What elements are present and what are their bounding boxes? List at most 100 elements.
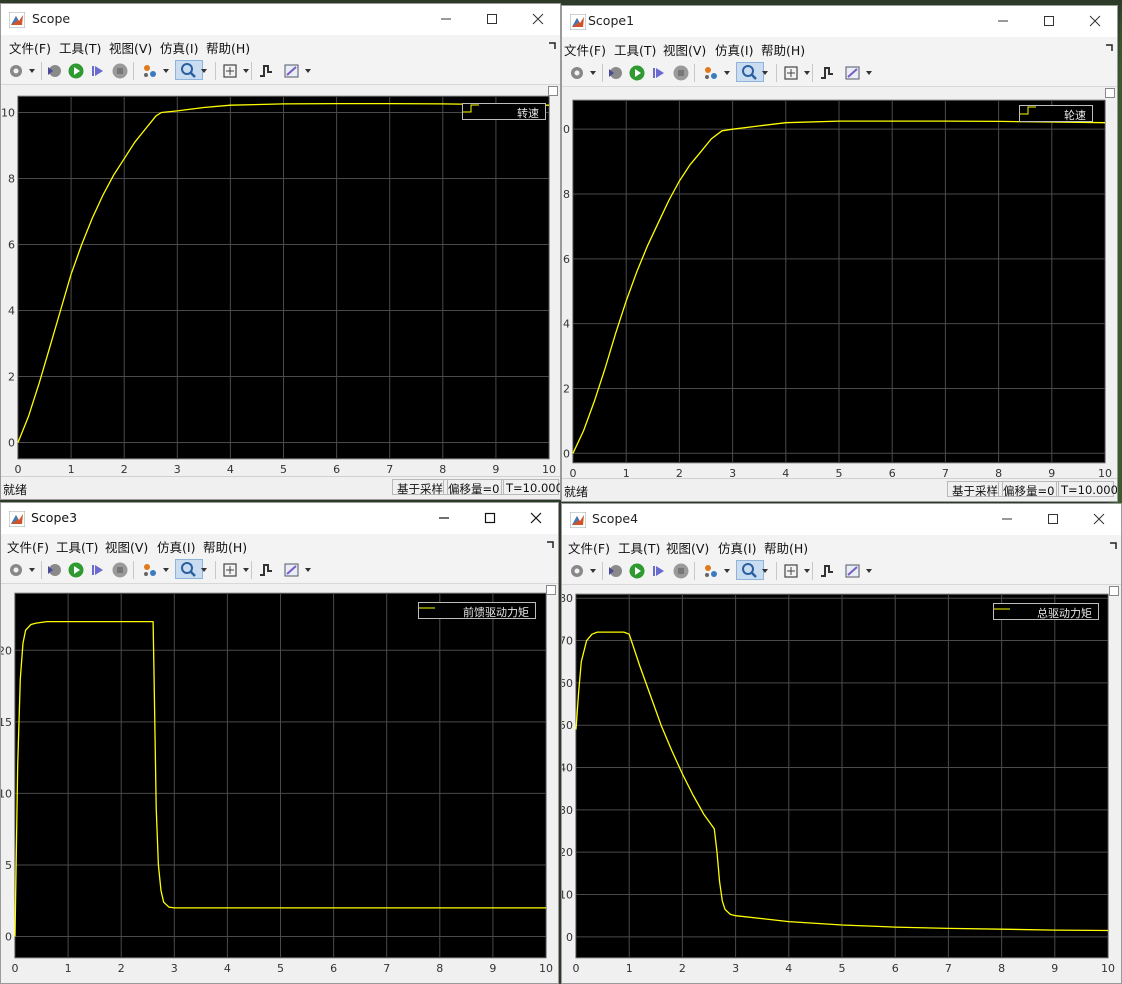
autoscale-button[interactable] [782,64,800,82]
dropdown-arrow-icon[interactable] [201,69,207,73]
settings-gear-button[interactable] [568,64,586,82]
run-button[interactable] [628,64,646,82]
title-bar[interactable]: Scope [1,4,560,35]
scope1-plot[interactable]: 0123456789100246810 [562,87,1118,481]
menu-view[interactable]: 视图(V) [105,537,148,556]
menu-view[interactable]: 视图(V) [663,40,706,59]
step-back-button[interactable] [45,561,63,579]
menu-file[interactable]: 文件(F) [568,538,610,557]
close-icon[interactable] [528,10,548,28]
scope-plot[interactable]: 0 1 2 3 4 5 6 7 8 9 10 0 2 4 6 8 10 [1,85,561,479]
minimize-icon[interactable] [434,509,454,527]
measure-button[interactable] [283,561,301,579]
stop-button[interactable] [111,561,129,579]
triggers-button[interactable] [257,561,275,579]
step-back-button[interactable] [606,64,624,82]
signal-selector-button[interactable] [702,64,720,82]
menu-simulation[interactable]: 仿真(I) [157,537,195,556]
dropdown-arrow-icon[interactable] [29,69,35,73]
dropdown-arrow-icon[interactable] [29,568,35,572]
dropdown-arrow-icon[interactable] [243,69,249,73]
settings-gear-button[interactable] [568,562,586,580]
zoom-button[interactable] [736,62,764,82]
step-back-button[interactable] [606,562,624,580]
pin-icon[interactable] [547,540,555,548]
autoscale-button[interactable] [782,562,800,580]
minimize-icon[interactable] [436,10,456,28]
menu-view[interactable]: 视图(V) [109,38,152,57]
autoscale-button[interactable] [221,62,239,80]
menu-help[interactable]: 帮助(H) [764,538,808,557]
measure-button[interactable] [283,62,301,80]
menu-view[interactable]: 视图(V) [666,538,709,557]
dropdown-arrow-icon[interactable] [724,569,730,573]
maximize-icon[interactable] [1043,510,1063,528]
expand-plot-icon[interactable] [1109,586,1119,596]
menu-file[interactable]: 文件(F) [9,38,51,57]
menu-simulation[interactable]: 仿真(I) [160,38,198,57]
step-forward-button[interactable] [650,64,668,82]
legend[interactable]: 前馈驱动力矩 [418,602,536,619]
pin-icon[interactable] [549,41,557,49]
dropdown-arrow-icon[interactable] [762,569,768,573]
dropdown-arrow-icon[interactable] [724,71,730,75]
dropdown-arrow-icon[interactable] [590,569,596,573]
close-icon[interactable] [526,509,546,527]
title-bar[interactable]: Scope3 [1,503,558,534]
menu-file[interactable]: 文件(F) [7,537,49,556]
dropdown-arrow-icon[interactable] [163,568,169,572]
run-button[interactable] [67,561,85,579]
scope4-plot[interactable]: 0 1 2 3 4 5 6 7 8 9 10 0 10 20 30 40 50 60 70 80 [562,585,1122,984]
dropdown-arrow-icon[interactable] [590,71,596,75]
pin-icon[interactable] [1106,43,1114,51]
menu-tools[interactable]: 工具(T) [59,38,101,57]
settings-gear-button[interactable] [7,561,25,579]
run-button[interactable] [628,562,646,580]
dropdown-arrow-icon[interactable] [866,71,872,75]
triggers-button[interactable] [818,562,836,580]
dropdown-arrow-icon[interactable] [804,71,810,75]
title-bar[interactable]: Scope1 [562,6,1117,37]
maximize-icon[interactable] [482,10,502,28]
dropdown-arrow-icon[interactable] [243,568,249,572]
triggers-button[interactable] [818,64,836,82]
expand-plot-icon[interactable] [1105,88,1115,98]
dropdown-arrow-icon[interactable] [305,69,311,73]
minimize-icon[interactable] [993,12,1013,30]
expand-plot-icon[interactable] [548,86,558,96]
zoom-button[interactable] [175,559,203,579]
signal-selector-button[interactable] [141,62,159,80]
measure-button[interactable] [844,562,862,580]
menu-simulation[interactable]: 仿真(I) [718,538,756,557]
dropdown-arrow-icon[interactable] [305,568,311,572]
dropdown-arrow-icon[interactable] [804,569,810,573]
maximize-icon[interactable] [480,509,500,527]
stop-button[interactable] [672,64,690,82]
dropdown-arrow-icon[interactable] [762,71,768,75]
close-icon[interactable] [1085,12,1105,30]
stop-button[interactable] [111,62,129,80]
menu-help[interactable]: 帮助(H) [761,40,805,59]
legend[interactable]: 转速 [462,103,546,120]
maximize-icon[interactable] [1039,12,1059,30]
zoom-button[interactable] [175,60,203,80]
close-icon[interactable] [1089,510,1109,528]
expand-plot-icon[interactable] [546,585,556,595]
step-forward-button[interactable] [89,62,107,80]
menu-tools[interactable]: 工具(T) [614,40,656,59]
measure-button[interactable] [844,64,862,82]
signal-selector-button[interactable] [141,561,159,579]
run-button[interactable] [67,62,85,80]
pin-icon[interactable] [1110,541,1118,549]
signal-selector-button[interactable] [702,562,720,580]
dropdown-arrow-icon[interactable] [163,69,169,73]
triggers-button[interactable] [257,62,275,80]
menu-tools[interactable]: 工具(T) [56,537,98,556]
dropdown-arrow-icon[interactable] [201,568,207,572]
menu-help[interactable]: 帮助(H) [203,537,247,556]
scope3-plot[interactable]: 0 1 2 3 4 5 6 7 8 9 10 0 5 10 15 20 [1,584,559,984]
settings-gear-button[interactable] [7,62,25,80]
menu-simulation[interactable]: 仿真(I) [715,40,753,59]
autoscale-button[interactable] [221,561,239,579]
step-forward-button[interactable] [89,561,107,579]
